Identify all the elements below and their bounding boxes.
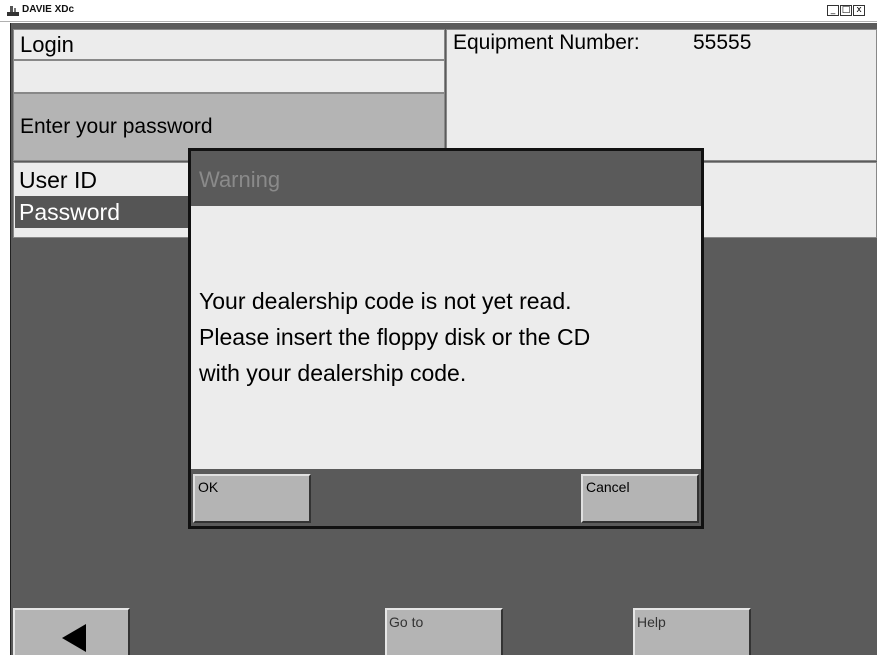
dialog-message-line: Please insert the floppy disk or the CD [199, 324, 591, 350]
maximize-button[interactable]: □ [840, 5, 852, 16]
left-arrow-icon [62, 624, 86, 652]
window-titlebar [0, 0, 877, 22]
equipment-number-value: 55555 [693, 31, 752, 54]
dialog-title: Warning [191, 151, 701, 206]
warning-dialog: Warning Your dealership code is not yet … [188, 148, 704, 529]
ok-button[interactable]: OK [193, 474, 311, 523]
help-button[interactable]: Help [633, 608, 751, 655]
password-field[interactable]: Password [15, 196, 191, 228]
close-button[interactable]: x [853, 5, 865, 16]
dialog-message-line: Your dealership code is not yet read. [199, 288, 572, 314]
app-icon [7, 6, 19, 16]
login-info-row [13, 60, 445, 93]
dialog-button-bar: OK Cancel [191, 469, 701, 526]
window-title: DAVIE XDc [22, 4, 75, 15]
cancel-button[interactable]: Cancel [581, 474, 699, 523]
back-button[interactable] [13, 608, 130, 655]
user-id-field[interactable]: User ID [15, 165, 191, 195]
dialog-message-line: with your dealership code. [199, 360, 467, 386]
goto-button[interactable]: Go to [385, 608, 503, 655]
login-header: Login [13, 29, 445, 60]
minimize-button[interactable]: _ [827, 5, 839, 16]
equipment-number-label: Equipment Number: [453, 31, 640, 54]
dialog-message: Your dealership code is not yet read. Pl… [199, 283, 697, 391]
